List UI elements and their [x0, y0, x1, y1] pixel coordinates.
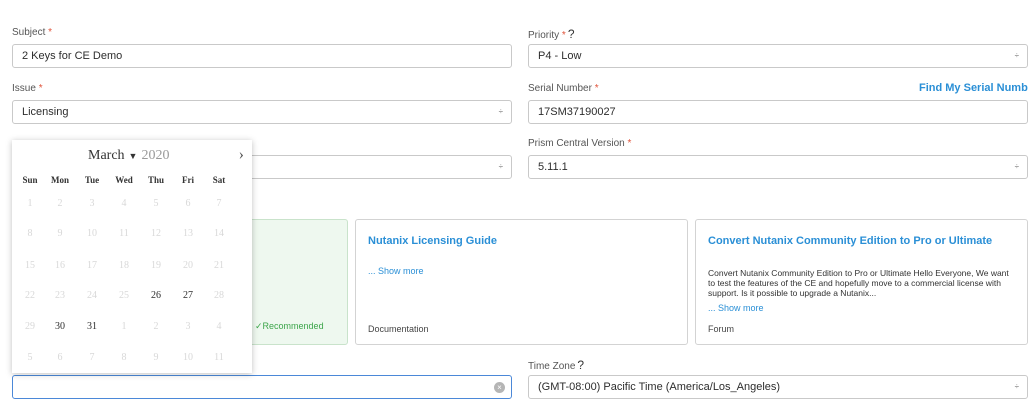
prism-select[interactable]: 5.11.1 ÷ — [528, 155, 1028, 179]
calendar-day: 18 — [119, 260, 129, 271]
calendar-day: 1 — [121, 321, 127, 332]
calendar-day: 6 — [185, 198, 191, 209]
prism-label: Prism Central Version * — [528, 138, 632, 149]
date-picker-popup: March ▼ 2020 › Sun Mon Tue Wed Thu Fri Sat 1 2 3 4 5 6… — [12, 140, 252, 373]
weekday-header: Sat — [212, 175, 226, 185]
calendar-day: 10 — [87, 228, 97, 239]
calendar-day[interactable]: 26 — [142, 290, 170, 301]
select-arrows-icon: ÷ — [1014, 162, 1019, 171]
calendar-day: 12 — [151, 228, 161, 239]
priority-select[interactable]: P4 - Low ÷ — [528, 44, 1028, 68]
calendar-day: 6 — [57, 352, 63, 363]
card-description: Convert Nutanix Community Edition to Pro… — [708, 268, 1009, 298]
calendar-day: 25 — [119, 290, 129, 301]
calendar-day: 3 — [185, 321, 191, 332]
suggestion-card-recommended[interactable]: ✓Recommended — [240, 219, 348, 345]
calendar-day: 1 — [27, 198, 33, 209]
select-arrows-icon: ÷ — [498, 107, 503, 116]
help-icon: ? — [577, 358, 585, 372]
weekday-header: Tue — [84, 175, 100, 185]
calendar-day: 22 — [25, 290, 35, 301]
show-more-link[interactable]: ... Show more — [368, 266, 424, 276]
weekday-header: Wed — [115, 175, 133, 185]
next-month-icon[interactable]: › — [239, 146, 244, 164]
select-arrows-icon: ÷ — [1014, 382, 1019, 391]
calendar-day: 23 — [55, 290, 65, 301]
prism-value: 5.11.1 — [538, 161, 568, 173]
calendar-day: 2 — [57, 198, 63, 209]
serial-value: 17SM37190027 — [538, 106, 616, 118]
calendar-day: 11 — [214, 352, 224, 363]
serial-input[interactable]: 17SM37190027 — [528, 100, 1028, 124]
calendar-day: 24 — [87, 290, 97, 301]
clear-icon[interactable]: × — [494, 382, 505, 393]
year-label[interactable]: 2020 — [141, 148, 169, 163]
weekday-header: Thu — [147, 175, 164, 185]
date-input[interactable]: × — [12, 375, 512, 399]
select-arrows-icon: ÷ — [1014, 51, 1019, 60]
calendar-day: 15 — [25, 260, 35, 271]
calendar-day: 2 — [153, 321, 159, 332]
timezone-select[interactable]: (GMT-08:00) Pacific Time (America/Los_An… — [528, 375, 1028, 399]
suggestion-card-forum[interactable]: Convert Nutanix Community Edition to Pro… — [695, 219, 1028, 345]
weekday-header: Mon — [51, 175, 69, 185]
calendar-day: 4 — [216, 321, 222, 332]
calendar-day: 17 — [87, 260, 97, 271]
serial-label: Serial Number * — [528, 83, 599, 94]
month-label: March — [88, 148, 125, 163]
find-serial-link[interactable]: Find My Serial Number — [919, 82, 1028, 94]
calendar-day: 14 — [214, 228, 224, 239]
suggestion-card-guide[interactable]: Nutanix Licensing Guide ... Show more Do… — [355, 219, 688, 345]
issue-value: Licensing — [22, 106, 69, 118]
subject-value: 2 Keys for CE Demo — [22, 50, 123, 62]
calendar-day: 5 — [27, 352, 33, 363]
calendar-day: 7 — [216, 198, 222, 209]
show-more-link[interactable]: ... Show more — [708, 303, 764, 313]
timezone-label: Time Zone? — [528, 358, 585, 372]
card-category: Forum — [708, 324, 735, 334]
priority-label: Priority *? — [528, 27, 575, 41]
calendar-day[interactable]: 27 — [174, 290, 202, 301]
calendar-day: 4 — [121, 198, 127, 209]
calendar-day: 28 — [214, 290, 224, 301]
weekday-header: Fri — [182, 175, 194, 185]
card-category: Documentation — [368, 324, 429, 334]
calendar-day: 8 — [121, 352, 127, 363]
month-year-selector[interactable]: March ▼ 2020 — [88, 148, 169, 164]
card-title[interactable]: Convert Nutanix Community Edition to Pro… — [708, 235, 992, 247]
calendar-day: 13 — [183, 228, 193, 239]
calendar-day: 9 — [57, 228, 63, 239]
timezone-value: (GMT-08:00) Pacific Time (America/Los_An… — [538, 381, 781, 393]
calendar-day: 21 — [214, 260, 224, 271]
subject-input[interactable]: 2 Keys for CE Demo — [12, 44, 512, 68]
calendar-day: 16 — [55, 260, 65, 271]
calendar-day[interactable]: 30 — [46, 321, 74, 332]
calendar-day: 5 — [153, 198, 159, 209]
calendar-day: 20 — [183, 260, 193, 271]
calendar-day: 10 — [183, 352, 193, 363]
calendar-day: 9 — [153, 352, 159, 363]
priority-value: P4 - Low — [538, 50, 582, 62]
issue-select[interactable]: Licensing ÷ — [12, 100, 512, 124]
select-arrows-icon: ÷ — [498, 162, 503, 171]
card-title[interactable]: Nutanix Licensing Guide — [368, 235, 497, 247]
calendar-day: 11 — [119, 228, 129, 239]
calendar-day: 3 — [89, 198, 95, 209]
calendar-day: 29 — [25, 321, 35, 332]
month-dropdown-icon[interactable]: ▼ — [129, 151, 138, 161]
help-icon: ? — [567, 27, 575, 41]
subject-label: Subject * — [12, 27, 53, 38]
issue-label: Issue * — [12, 83, 43, 94]
calendar-day: 7 — [89, 352, 95, 363]
calendar-day[interactable]: 31 — [78, 321, 106, 332]
weekday-header: Sun — [22, 175, 38, 185]
calendar-day: 19 — [151, 260, 161, 271]
calendar-day: 8 — [27, 228, 33, 239]
recommended-badge: ✓Recommended — [255, 321, 324, 331]
